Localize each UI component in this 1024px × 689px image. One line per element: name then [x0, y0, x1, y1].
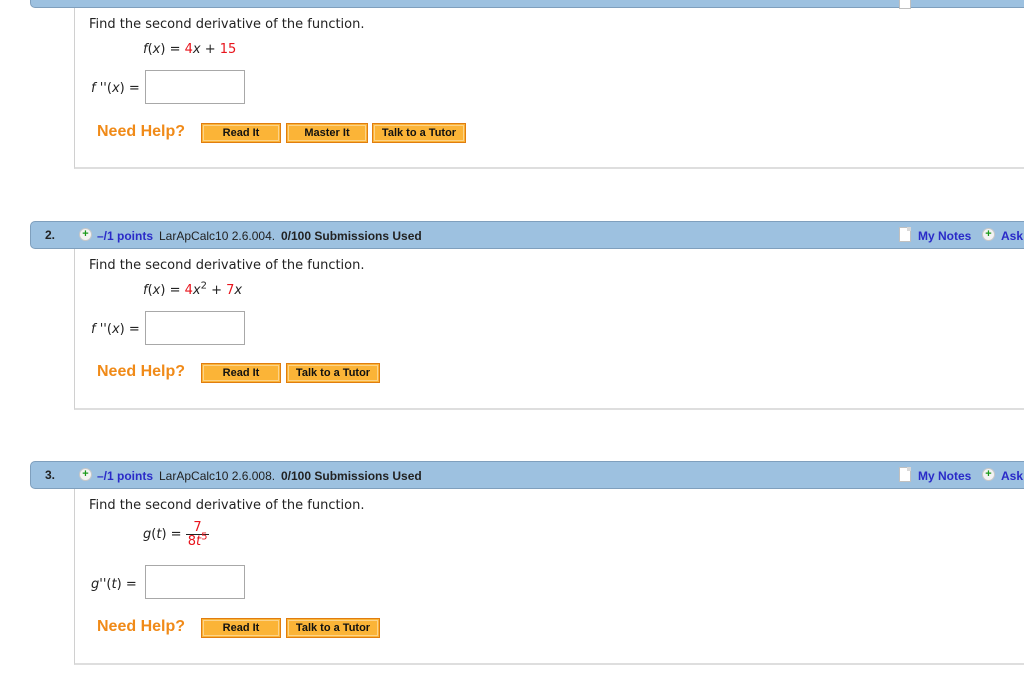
- ask-plus-icon[interactable]: +: [982, 468, 995, 481]
- ask-plus-icon[interactable]: +: [982, 228, 995, 241]
- expand-plus-icon[interactable]: +: [79, 228, 92, 241]
- function-equation: f(x) = 4x + 15: [143, 42, 237, 57]
- question-3-body: Find the second derivative of the functi…: [74, 489, 1024, 665]
- answer-label: f ''(x) =: [91, 322, 140, 337]
- fraction: 7 8t5: [185, 520, 210, 549]
- read-it-button[interactable]: Read It: [201, 123, 281, 143]
- question-1-body: Find the second derivative of the functi…: [74, 8, 1024, 169]
- answer-input[interactable]: [145, 311, 245, 345]
- question-code: LarApCalc10 2.6.008.: [159, 469, 276, 483]
- need-help-label: Need Help?: [97, 363, 186, 380]
- question-prompt: Find the second derivative of the functi…: [89, 258, 365, 273]
- question-2-header: 2. + –/1 points LarApCalc10 2.6.004. 0/1…: [30, 221, 1024, 249]
- my-notes-link[interactable]: My Notes: [918, 469, 971, 483]
- question-prompt: Find the second derivative of the functi…: [89, 17, 365, 32]
- notes-icon[interactable]: [899, 467, 911, 482]
- question-prompt: Find the second derivative of the functi…: [89, 498, 365, 513]
- read-it-button[interactable]: Read It: [201, 618, 281, 638]
- question-2-body: Find the second derivative of the functi…: [74, 249, 1024, 410]
- question-number: 3.: [45, 468, 56, 482]
- answer-input[interactable]: [145, 565, 245, 599]
- master-it-button[interactable]: Master It: [286, 123, 368, 143]
- talk-to-tutor-button[interactable]: Talk to a Tutor: [372, 123, 466, 143]
- talk-to-tutor-button[interactable]: Talk to a Tutor: [286, 363, 380, 383]
- points-link[interactable]: –/1 points: [97, 469, 153, 483]
- notes-icon[interactable]: [899, 227, 911, 242]
- ask-link[interactable]: Ask: [1001, 469, 1023, 483]
- need-help-label: Need Help?: [97, 123, 186, 140]
- question-code: LarApCalc10 2.6.004.: [159, 229, 276, 243]
- answer-label: f ''(x) =: [91, 81, 140, 96]
- read-it-button[interactable]: Read It: [201, 363, 281, 383]
- my-notes-link[interactable]: My Notes: [918, 229, 971, 243]
- need-help-label: Need Help?: [97, 618, 186, 635]
- function-equation: g(t) = 7 8t5: [143, 520, 210, 549]
- submissions-used: 0/100 Submissions Used: [281, 229, 422, 243]
- expand-plus-icon[interactable]: +: [79, 468, 92, 481]
- answer-input[interactable]: [145, 70, 245, 104]
- question-number: 2.: [45, 228, 56, 242]
- function-equation: f(x) = 4x2 + 7x: [143, 280, 243, 298]
- question-3-header: 3. + –/1 points LarApCalc10 2.6.008. 0/1…: [30, 461, 1024, 489]
- talk-to-tutor-button[interactable]: Talk to a Tutor: [286, 618, 380, 638]
- answer-label: g''(t) =: [91, 577, 137, 592]
- question-1-header: [30, 0, 1024, 9]
- points-link[interactable]: –/1 points: [97, 229, 153, 243]
- ask-link[interactable]: Ask: [1001, 229, 1023, 243]
- submissions-used: 0/100 Submissions Used: [281, 469, 422, 483]
